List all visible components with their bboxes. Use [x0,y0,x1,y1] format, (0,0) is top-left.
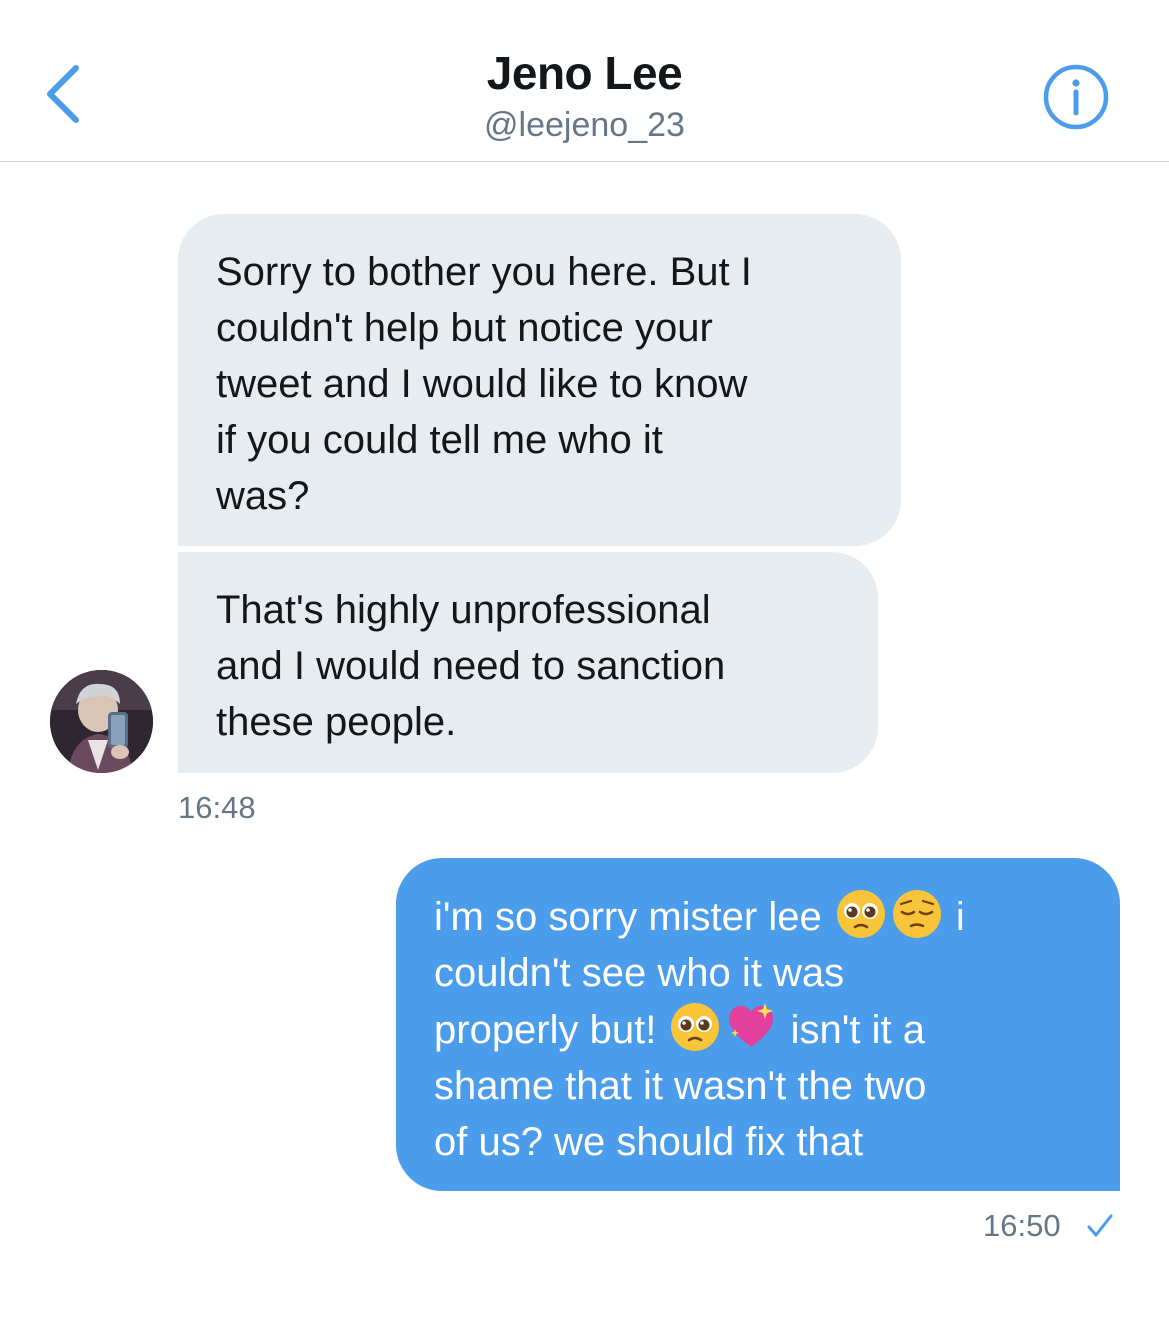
conversation-title[interactable]: Jeno Lee [0,46,1169,100]
pleading-face-emoji [671,1003,720,1051]
sent-message-bubble[interactable]: i'm so sorry mister lee i couldn't see w… [396,858,1120,1191]
sparkling-heart-emoji [729,1003,774,1047]
conversation-handle: @leejeno_23 [484,106,685,144]
conversation-header: Jeno Lee @leejeno_23 [0,0,1169,162]
pensive-face-emoji [892,890,941,938]
info-circle-icon [1043,64,1109,130]
pleading-face-emoji [836,890,885,938]
info-button[interactable] [1042,63,1110,131]
received-message-bubble[interactable]: That's highly unprofessional and I would… [178,552,878,773]
received-timestamp: 16:48 [178,790,256,825]
sent-message-text: i'm so sorry mister lee [434,895,833,939]
received-message-bubble[interactable]: Sorry to bother you here. But I couldn't… [178,214,901,546]
avatar[interactable] [50,670,153,773]
checkmark-icon [1087,1214,1113,1237]
avatar-photo [50,670,153,773]
sent-timestamp: 16:50 [983,1208,1061,1243]
